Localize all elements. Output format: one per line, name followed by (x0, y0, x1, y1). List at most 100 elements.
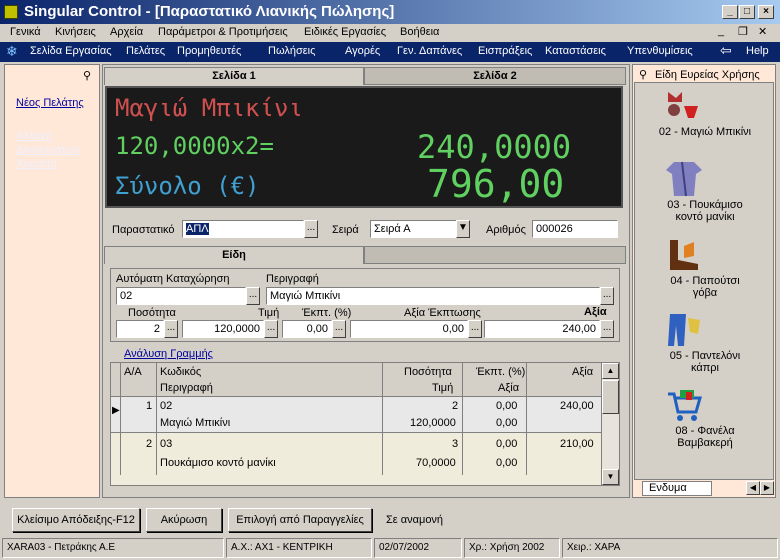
tab-page2[interactable]: Σελίδα 2 (364, 67, 626, 85)
hdr-price: Τιμή (432, 382, 454, 394)
mdi-close-icon[interactable]: ✕ (758, 25, 767, 38)
tab-items[interactable]: Είδη (104, 246, 364, 264)
app-icon[interactable] (4, 5, 18, 19)
quick-item-2-line2: κοντό μανίκι (675, 211, 735, 223)
menu-bar: Γενικά Κινήσεις Αρχεία Παράμετροι & Προτ… (0, 24, 780, 42)
quick-item-4-line1: 05 - Παντελόνι (669, 350, 741, 362)
menu-help[interactable]: Βοήθεια (400, 26, 439, 38)
row2-discval: 0,00 (496, 457, 518, 469)
nav-purchases[interactable]: Αγορές (345, 45, 380, 57)
desc-lookup[interactable]: ... (600, 287, 614, 305)
pin-icon[interactable]: ⚲ (639, 68, 647, 81)
desc-value: Μαγιώ Μπικίνι (270, 290, 341, 302)
grid-line (462, 363, 463, 475)
pending-label: Σε αναμονή (386, 514, 444, 526)
desc-field[interactable]: Μαγιώ Μπικίνι (266, 287, 600, 305)
bikini-icon[interactable] (664, 88, 704, 126)
auto-entry-label: Αυτόματη Καταχώρηση (116, 273, 230, 285)
price-lookup[interactable]: ... (264, 320, 278, 338)
discval-field[interactable]: 0,00 (350, 320, 468, 338)
discval-label: Αξία Έκπτωσης (404, 307, 481, 319)
quick-item-3-label[interactable]: 04 - Παπούτσι γόβα (634, 275, 776, 299)
row1-value: 240,00 (560, 400, 594, 412)
discval-lookup[interactable]: ... (468, 320, 482, 338)
doc-lookup-button[interactable]: ... (304, 220, 318, 238)
quick-item-1-line1: 02 - Μαγιώ Μπικίνι (658, 126, 752, 138)
nav-bar: ❄ Σελίδα Εργασίας Πελάτες Προμηθευτές Πω… (0, 42, 780, 62)
tab-clothing[interactable]: Ενδυμα (642, 481, 712, 496)
hdr-desc: Περιγραφή (160, 382, 213, 394)
value-label: Αξία (584, 306, 607, 318)
discval-value: 0,00 (442, 323, 464, 335)
nav-reminders[interactable]: Υπενθυμίσεις (627, 45, 693, 57)
minimize-button[interactable]: _ (722, 5, 738, 19)
close-receipt-label: Κλείσιμο Απόδειξης-F12 (17, 514, 135, 526)
doc-field[interactable]: ΑΠΛ (182, 220, 304, 238)
row1-price: 120,0000 (410, 417, 456, 429)
quick-item-2-label[interactable]: 03 - Πουκάμισο κοντό μανίκι (634, 199, 776, 223)
shirt-icon[interactable] (664, 160, 704, 198)
mdi-minimize-icon[interactable]: _ (718, 25, 724, 37)
nav-receipts[interactable]: Εισπράξεις (478, 45, 532, 57)
row2-aa: 2 (146, 438, 153, 450)
left-panel: ⚲ Νέος Πελάτης Αλλαγή Δικαιωμάτων Χειρισ… (4, 64, 100, 498)
menu-special[interactable]: Ειδικές Εργασίες (304, 26, 386, 38)
auto-entry-field[interactable]: 02 (116, 287, 246, 305)
menu-params[interactable]: Παράμετροι & Προτιμήσεις (158, 26, 288, 38)
led-display: Μαγιώ Μπικίνι 120,0000x2= 240,0000 Σύνολ… (105, 86, 623, 208)
tab-page1[interactable]: Σελίδα 1 (104, 67, 364, 85)
nav-sales[interactable]: Πωλήσεις (268, 45, 315, 57)
qty-label: Ποσότητα (128, 307, 176, 319)
close-receipt-button[interactable]: Κλείσιμο Απόδειξης-F12 (12, 508, 140, 532)
nav-customers[interactable]: Πελάτες (126, 45, 165, 57)
price-field[interactable]: 120,0000 (182, 320, 264, 338)
change-rights-link[interactable]: Αλλαγή Δικαιωμάτων Χειριστή (16, 129, 94, 171)
pin-icon[interactable]: ⚲ (83, 69, 91, 82)
number-field[interactable]: 000026 (532, 220, 618, 238)
hdr-qty: Ποσότητα (404, 366, 452, 378)
series-select[interactable]: Σειρά Α (370, 220, 470, 238)
back-arrow-icon[interactable]: ⇦ (720, 42, 732, 59)
value-field[interactable]: 240,00 (484, 320, 600, 338)
nav-workpage[interactable]: Σελίδα Εργασίας (30, 45, 112, 57)
close-button[interactable]: × (758, 5, 774, 19)
menu-files[interactable]: Αρχεία (110, 26, 143, 38)
mdi-restore-icon[interactable]: ❐ (738, 25, 748, 38)
qty-lookup[interactable]: ... (164, 320, 178, 338)
scroll-thumb[interactable] (602, 380, 619, 414)
nav-reports[interactable]: Καταστάσεις (545, 45, 606, 57)
scroll-down-icon[interactable]: ▼ (602, 469, 619, 485)
status-date: 02/07/2002 (374, 538, 462, 558)
qty-field[interactable]: 2 (116, 320, 164, 338)
cart-icon[interactable] (664, 386, 704, 424)
disc-field[interactable]: 0,00 (282, 320, 332, 338)
scroll-up-icon[interactable]: ▲ (602, 363, 619, 379)
shoe-icon[interactable] (664, 236, 704, 274)
hdr-discval: Αξία (498, 382, 520, 394)
maximize-button[interactable]: □ (739, 5, 755, 19)
row1-aa: 1 (146, 400, 153, 412)
trousers-icon[interactable] (664, 310, 704, 348)
tab-next-icon[interactable]: ▶ (760, 481, 774, 495)
select-orders-button[interactable]: Επιλογή από Παραγγελίες (228, 508, 372, 532)
nav-help[interactable]: Help (746, 45, 769, 57)
nav-suppliers[interactable]: Προμηθευτές (177, 45, 241, 57)
quick-item-4-label[interactable]: 05 - Παντελόνι κάπρι (634, 350, 776, 374)
nav-expenses[interactable]: Γεν. Δαπάνες (397, 45, 462, 57)
quick-item-1-label[interactable]: 02 - Μαγιώ Μπικίνι (634, 126, 776, 138)
tab-clothing-label: Ενδυμα (649, 482, 687, 494)
quick-item-5-label[interactable]: 08 - Φανέλα Βαμβακερή (634, 425, 776, 449)
new-customer-link[interactable]: Νέος Πελάτης (16, 97, 84, 109)
menu-moves[interactable]: Κινήσεις (55, 26, 96, 38)
auto-entry-lookup[interactable]: ... (246, 287, 260, 305)
tab-blank[interactable] (364, 246, 626, 264)
disc-lookup[interactable]: ... (332, 320, 346, 338)
menu-general[interactable]: Γενικά (10, 26, 41, 38)
tab-page1-label: Σελίδα 1 (212, 70, 256, 82)
display-item-name: Μαγιώ Μπικίνι (115, 94, 303, 122)
cancel-button[interactable]: Ακύρωση (146, 508, 222, 532)
snowflake-icon: ❄ (6, 43, 18, 59)
chevron-down-icon[interactable]: ▼ (456, 220, 470, 238)
tab-prev-icon[interactable]: ◀ (746, 481, 760, 495)
value-lookup[interactable]: ... (600, 320, 614, 338)
